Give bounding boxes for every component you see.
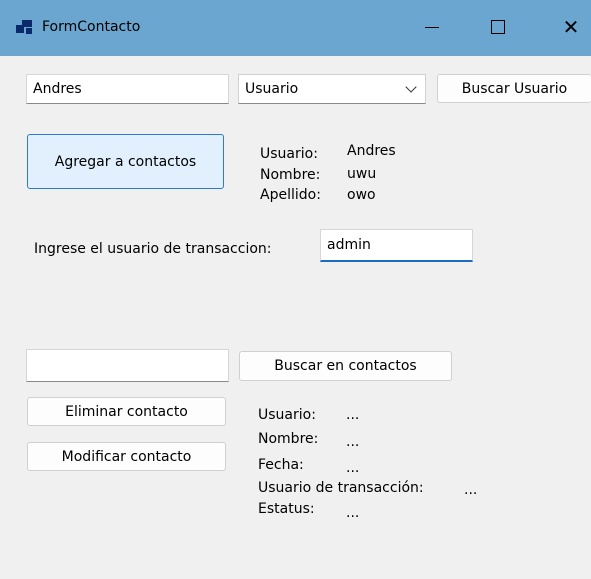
- contact-nombre-label: Nombre:: [258, 431, 319, 447]
- user-info-nombre-label: Nombre:: [260, 167, 321, 183]
- user-type-select[interactable]: Usuario: [238, 74, 426, 104]
- close-icon: ✕: [562, 15, 580, 39]
- delete-contact-button[interactable]: Eliminar contacto: [27, 397, 226, 426]
- chevron-down-icon: [405, 81, 417, 93]
- contact-usuario-transaccion-label: Usuario de transacción:: [258, 480, 424, 496]
- transaction-user-label: Ingrese el usuario de transaccion:: [34, 241, 272, 257]
- search-contacts-button[interactable]: Buscar en contactos: [239, 351, 452, 381]
- contact-usuario-transaccion-value: ...: [464, 482, 478, 498]
- contact-usuario-value: ...: [346, 407, 360, 423]
- maximize-icon: [491, 20, 505, 34]
- user-info-usuario-label: Usuario:: [260, 146, 318, 162]
- window-title: FormContacto: [42, 19, 141, 35]
- contact-fecha-label: Fecha:: [258, 457, 304, 473]
- user-info-usuario-value: Andres: [347, 143, 396, 159]
- user-info-apellido-label: Apellido:: [260, 187, 321, 203]
- user-type-selected: Usuario: [245, 81, 299, 97]
- user-info-nombre-value: uwu: [347, 166, 377, 182]
- app-window-icon: [16, 20, 34, 38]
- user-info-apellido-value: owo: [347, 187, 376, 203]
- contact-estatus-label: Estatus:: [258, 501, 315, 517]
- minimize-icon: [425, 26, 439, 28]
- title-bar[interactable]: FormContacto ✕: [0, 0, 591, 56]
- contact-fecha-value: ...: [346, 460, 360, 476]
- user-search-input[interactable]: [26, 74, 229, 104]
- contact-nombre-value: ...: [346, 434, 360, 450]
- add-contact-button[interactable]: Agregar a contactos: [27, 134, 224, 189]
- maximize-button[interactable]: [478, 10, 518, 44]
- search-user-button[interactable]: Buscar Usuario: [437, 74, 591, 103]
- transaction-user-input[interactable]: [320, 229, 473, 262]
- modify-contact-button[interactable]: Modificar contacto: [27, 442, 226, 471]
- contact-search-input[interactable]: [26, 349, 229, 382]
- minimize-button[interactable]: [412, 10, 452, 44]
- contact-usuario-label: Usuario:: [258, 407, 316, 423]
- close-button[interactable]: ✕: [551, 10, 591, 44]
- contact-estatus-value: ...: [346, 505, 360, 521]
